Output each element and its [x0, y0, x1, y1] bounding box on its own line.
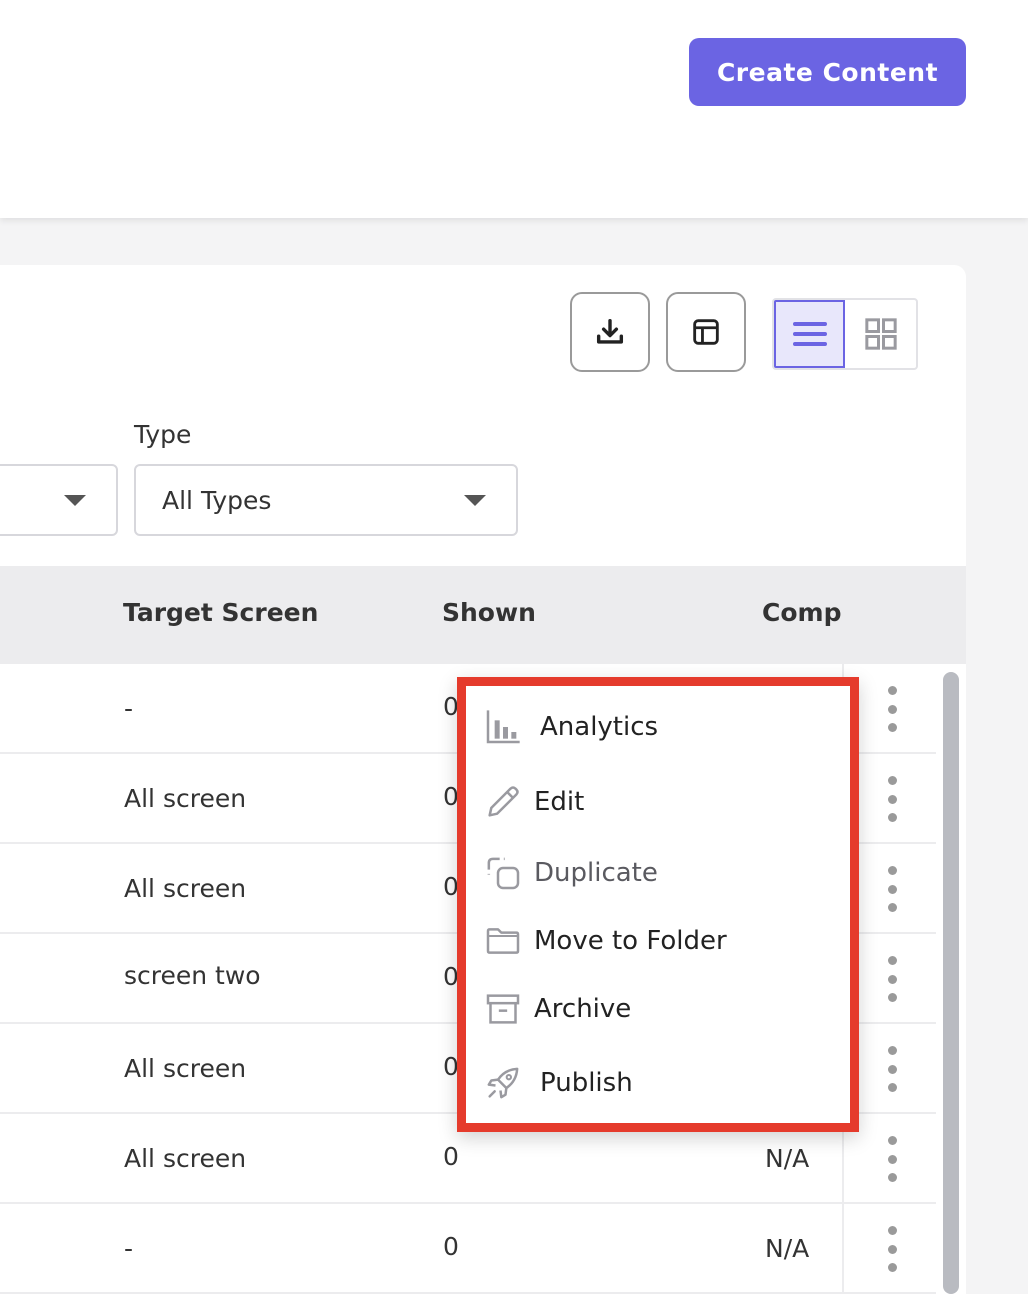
menu-item-analytics[interactable]: Analytics	[480, 698, 850, 756]
vertical-scrollbar[interactable]	[943, 672, 959, 1294]
page-header: Create Content	[0, 0, 1028, 218]
menu-item-label: Analytics	[540, 712, 659, 742]
download-icon	[596, 318, 624, 344]
columns-button[interactable]	[666, 292, 746, 372]
list-view-button[interactable]	[774, 300, 846, 368]
type-filter-select[interactable]: All Types	[134, 464, 518, 536]
cell-shown: 0	[443, 1142, 459, 1171]
row-menu-button[interactable]	[880, 1226, 904, 1272]
view-toggle	[772, 298, 918, 370]
cell-comp: N/A	[765, 1144, 810, 1173]
menu-item-label: Publish	[540, 1068, 633, 1098]
row-menu-button[interactable]	[880, 1136, 904, 1182]
row-menu-button[interactable]	[880, 686, 904, 732]
list-view-icon	[792, 322, 827, 346]
menu-item-label: Archive	[534, 994, 632, 1024]
folder-icon	[480, 918, 526, 964]
cell-target-screen: All screen	[124, 784, 247, 813]
menu-item-label: Move to Folder	[534, 926, 727, 956]
chevron-down-icon	[464, 495, 486, 506]
cell-shown: 0	[443, 1232, 459, 1261]
cell-target-screen: All screen	[124, 1054, 247, 1083]
type-filter-value: All Types	[162, 485, 272, 515]
row-menu-button[interactable]	[880, 956, 904, 1002]
column-header-comp[interactable]: Comp	[762, 598, 842, 627]
menu-item-move-to-folder[interactable]: Move to Folder	[480, 912, 850, 970]
menu-item-archive[interactable]: Archive	[480, 980, 850, 1038]
cell-target-screen: -	[124, 1234, 134, 1263]
cell-target-screen: All screen	[124, 1144, 247, 1173]
row-actions-menu: Analytics Edit Duplicate Move to Folder …	[457, 677, 859, 1132]
duplicate-icon	[480, 850, 526, 896]
cell-comp: N/A	[765, 1234, 810, 1263]
table-row[interactable]: - 0 N/A	[0, 1204, 936, 1294]
menu-item-publish[interactable]: Publish	[480, 1054, 850, 1112]
row-menu-button[interactable]	[880, 866, 904, 912]
filter-select-previous[interactable]	[0, 464, 118, 536]
table-columns-icon	[693, 319, 719, 345]
cell-target-screen: -	[124, 694, 134, 723]
actions-column-header	[842, 566, 966, 664]
cell-target-screen: screen two	[124, 961, 261, 990]
create-content-button[interactable]: Create Content	[689, 38, 966, 106]
menu-item-label: Duplicate	[534, 858, 658, 888]
menu-item-duplicate[interactable]: Duplicate	[480, 844, 850, 902]
menu-item-edit[interactable]: Edit	[480, 773, 850, 831]
analytics-icon	[480, 704, 526, 750]
rocket-icon	[480, 1060, 526, 1106]
grid-view-button[interactable]	[845, 300, 916, 368]
type-filter-label: Type	[134, 420, 192, 449]
download-button[interactable]	[570, 292, 650, 372]
menu-item-label: Edit	[534, 787, 585, 817]
pencil-icon	[480, 779, 526, 825]
column-header-shown[interactable]: Shown	[442, 598, 536, 627]
archive-icon	[480, 986, 526, 1032]
chevron-down-icon	[64, 495, 86, 506]
row-menu-button[interactable]	[880, 776, 904, 822]
cell-target-screen: All screen	[124, 874, 247, 903]
grid-view-icon	[864, 318, 897, 350]
row-menu-button[interactable]	[880, 1046, 904, 1092]
column-header-target-screen[interactable]: Target Screen	[123, 598, 318, 627]
